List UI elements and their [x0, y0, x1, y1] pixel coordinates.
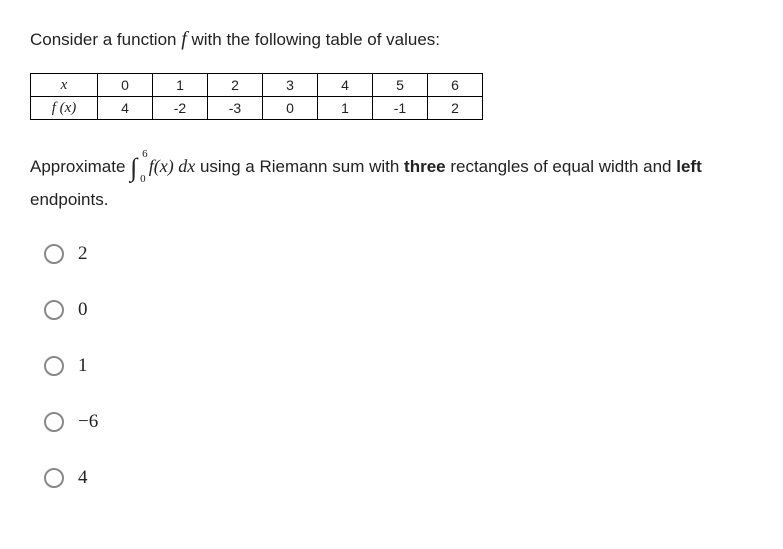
option-row[interactable]: 1 — [44, 355, 753, 377]
cell: 2 — [428, 97, 483, 120]
option-row[interactable]: 2 — [44, 243, 753, 265]
option-label: 1 — [78, 355, 88, 377]
radio-icon[interactable] — [44, 412, 64, 432]
cell: -2 — [153, 97, 208, 120]
intro-post: with the following table of values: — [187, 30, 440, 49]
cell: 5 — [373, 74, 428, 97]
q-bold1: three — [404, 157, 446, 176]
cell: 3 — [263, 74, 318, 97]
q-bold2: left — [676, 157, 702, 176]
cell: 4 — [318, 74, 373, 97]
radio-icon[interactable] — [44, 300, 64, 320]
table-row: x 0 1 2 3 4 5 6 — [31, 74, 483, 97]
values-table: x 0 1 2 3 4 5 6 f (x) 4 -2 -3 0 1 -1 2 — [30, 73, 483, 120]
question-text: Approximate ∫60 f(x) dx using a Riemann … — [30, 148, 753, 213]
cell: 4 — [98, 97, 153, 120]
radio-icon[interactable] — [44, 244, 64, 264]
option-row[interactable]: 0 — [44, 299, 753, 321]
cell: 0 — [263, 97, 318, 120]
option-label: −6 — [78, 411, 98, 433]
q-mid1: using a Riemann sum with — [195, 157, 404, 176]
option-label: 0 — [78, 299, 88, 321]
table-row: f (x) 4 -2 -3 0 1 -1 2 — [31, 97, 483, 120]
problem-intro: Consider a function f with the following… — [30, 28, 753, 51]
integral-upper: 6 — [142, 146, 148, 163]
option-label: 4 — [78, 467, 88, 489]
q-post: endpoints. — [30, 190, 108, 209]
integral-lower: 0 — [140, 171, 146, 188]
integral-symbol: ∫60 — [130, 148, 137, 187]
cell: 0 — [98, 74, 153, 97]
q-pre: Approximate — [30, 157, 130, 176]
cell: -1 — [373, 97, 428, 120]
radio-icon[interactable] — [44, 356, 64, 376]
cell: 1 — [153, 74, 208, 97]
intro-pre: Consider a function — [30, 30, 181, 49]
row-label-fx: f (x) — [31, 97, 98, 120]
integrand: f(x) dx — [149, 156, 195, 176]
option-row[interactable]: −6 — [44, 411, 753, 433]
cell: 1 — [318, 97, 373, 120]
option-label: 2 — [78, 243, 88, 265]
row-label-x: x — [31, 74, 98, 97]
option-row[interactable]: 4 — [44, 467, 753, 489]
options-group: 2 0 1 −6 4 — [30, 243, 753, 489]
radio-icon[interactable] — [44, 468, 64, 488]
cell: -3 — [208, 97, 263, 120]
q-mid2: rectangles of equal width and — [446, 157, 677, 176]
cell: 6 — [428, 74, 483, 97]
cell: 2 — [208, 74, 263, 97]
